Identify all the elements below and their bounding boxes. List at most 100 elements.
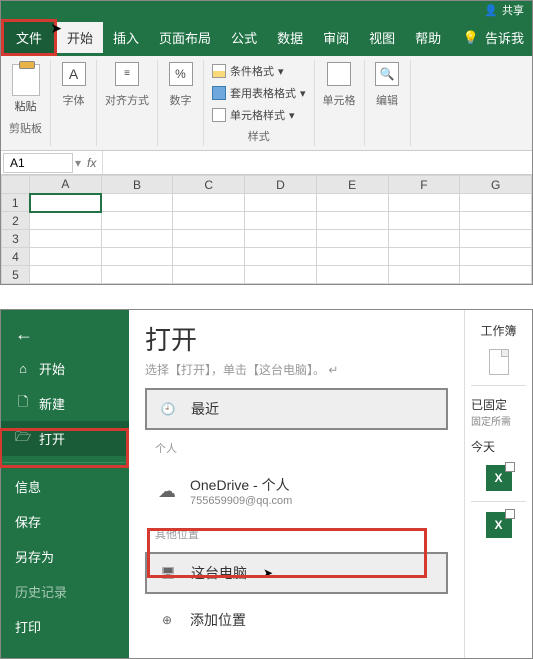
cell[interactable] bbox=[173, 248, 245, 266]
cell[interactable] bbox=[245, 266, 317, 284]
place-thispc[interactable]: 🖥 这台电脑 ➤ bbox=[145, 552, 448, 594]
cell[interactable] bbox=[460, 248, 532, 266]
cell-style-button[interactable]: 单元格样式 ▾ bbox=[212, 106, 295, 124]
xlsx-file-icon[interactable]: X bbox=[486, 465, 512, 491]
cell[interactable] bbox=[460, 230, 532, 248]
tab-formula[interactable]: 公式 bbox=[221, 22, 267, 53]
tab-view[interactable]: 视图 bbox=[359, 22, 405, 53]
tab-tellme[interactable]: 告诉我 bbox=[485, 28, 524, 47]
cell[interactable] bbox=[388, 230, 460, 248]
place-browse[interactable]: 🗁 浏览 bbox=[145, 646, 448, 658]
cell[interactable] bbox=[101, 212, 173, 230]
sidebar-home[interactable]: ⌂开始 bbox=[1, 351, 129, 386]
cell[interactable] bbox=[316, 248, 388, 266]
cell[interactable] bbox=[245, 194, 317, 212]
cell[interactable] bbox=[30, 248, 102, 266]
cell[interactable] bbox=[388, 194, 460, 212]
cell[interactable] bbox=[460, 212, 532, 230]
spreadsheet-grid[interactable]: A B C D E F G 1 2 3 4 5 bbox=[1, 175, 532, 284]
cell[interactable] bbox=[173, 266, 245, 284]
sidebar-history-label: 历史记录 bbox=[15, 582, 67, 601]
tab-layout[interactable]: 页面布局 bbox=[149, 22, 221, 53]
sidebar-print[interactable]: 打印 bbox=[1, 609, 129, 644]
cell[interactable] bbox=[245, 248, 317, 266]
tab-insert[interactable]: 插入 bbox=[103, 22, 149, 53]
back-arrow-button[interactable]: ← bbox=[1, 318, 129, 351]
sidebar-save[interactable]: 保存 bbox=[1, 504, 129, 539]
cell[interactable] bbox=[388, 248, 460, 266]
cell[interactable] bbox=[316, 194, 388, 212]
row-header[interactable]: 1 bbox=[2, 194, 30, 212]
cell[interactable] bbox=[101, 230, 173, 248]
col-header[interactable]: C bbox=[173, 176, 245, 194]
cell[interactable] bbox=[460, 194, 532, 212]
xlsx-file-icon[interactable]: X bbox=[486, 512, 512, 538]
paste-icon[interactable] bbox=[12, 64, 40, 96]
row-header[interactable]: 3 bbox=[2, 230, 30, 248]
fx-icon[interactable]: fx bbox=[81, 156, 102, 170]
cell[interactable] bbox=[101, 194, 173, 212]
sidebar-info[interactable]: 信息 bbox=[1, 469, 129, 504]
sidebar-home-label: 开始 bbox=[39, 359, 65, 378]
cond-format-button[interactable]: 条件格式 ▾ bbox=[212, 62, 284, 80]
tab-file[interactable]: 文件 ➤ bbox=[1, 19, 57, 56]
row-header[interactable]: 4 bbox=[2, 248, 30, 266]
cell[interactable] bbox=[101, 248, 173, 266]
row-header[interactable]: 2 bbox=[2, 212, 30, 230]
sidebar-saveas[interactable]: 另存为 bbox=[1, 539, 129, 574]
cell[interactable] bbox=[316, 266, 388, 284]
new-icon: 🗋 bbox=[15, 396, 31, 412]
cell[interactable] bbox=[316, 212, 388, 230]
col-header[interactable]: D bbox=[245, 176, 317, 194]
cell[interactable] bbox=[173, 212, 245, 230]
col-header[interactable]: E bbox=[316, 176, 388, 194]
backstage-main: 打开 选择【打开】，单击【这台电脑】。 ↵ 🕘 最近 个人 ☁ OneDrive… bbox=[129, 310, 464, 658]
place-recent[interactable]: 🕘 最近 bbox=[145, 388, 448, 430]
document-icon[interactable] bbox=[489, 349, 509, 375]
cell[interactable] bbox=[173, 230, 245, 248]
group-cells[interactable]: 单元格 bbox=[315, 60, 365, 146]
group-align[interactable]: ≡ 对齐方式 bbox=[97, 60, 158, 146]
share-button[interactable]: 共享 bbox=[502, 2, 524, 18]
section-other: 其他位置 bbox=[145, 522, 448, 546]
right-panel: 工作簿 已固定 固定所需 今天 X X bbox=[464, 310, 532, 658]
sidebar-save-label: 保存 bbox=[15, 512, 41, 531]
group-number[interactable]: % 数字 bbox=[158, 60, 204, 146]
tab-file-label: 文件 bbox=[16, 31, 42, 46]
cell[interactable] bbox=[388, 212, 460, 230]
cell[interactable] bbox=[101, 266, 173, 284]
tab-help[interactable]: 帮助 bbox=[405, 22, 451, 53]
col-header[interactable]: F bbox=[388, 176, 460, 194]
cell[interactable] bbox=[30, 212, 102, 230]
group-edit[interactable]: 🔍 编辑 bbox=[365, 60, 411, 146]
cell[interactable] bbox=[173, 194, 245, 212]
sidebar-new[interactable]: 🗋新建 bbox=[1, 386, 129, 421]
paste-label[interactable]: 粘贴 bbox=[15, 98, 37, 114]
align-label: 对齐方式 bbox=[105, 92, 149, 108]
col-header[interactable]: A bbox=[30, 176, 102, 194]
row-header[interactable]: 5 bbox=[2, 266, 30, 284]
cell[interactable] bbox=[316, 230, 388, 248]
cell[interactable] bbox=[388, 266, 460, 284]
cell[interactable] bbox=[245, 230, 317, 248]
cell[interactable] bbox=[30, 230, 102, 248]
formula-input[interactable] bbox=[102, 151, 532, 174]
col-header[interactable]: B bbox=[101, 176, 173, 194]
table-format-button[interactable]: 套用表格格式 ▾ bbox=[212, 84, 306, 102]
tab-home[interactable]: 开始 bbox=[57, 22, 103, 53]
cell[interactable] bbox=[30, 266, 102, 284]
cell[interactable] bbox=[30, 194, 102, 212]
col-header[interactable]: G bbox=[460, 176, 532, 194]
cell[interactable] bbox=[460, 266, 532, 284]
select-all-corner[interactable] bbox=[2, 176, 30, 194]
place-addlocation[interactable]: ⊕ 添加位置 bbox=[145, 600, 448, 640]
sidebar-open[interactable]: 🗁打开 bbox=[1, 421, 129, 456]
tab-review[interactable]: 审阅 bbox=[313, 22, 359, 53]
place-onedrive[interactable]: ☁ OneDrive - 个人 755659909@qq.com bbox=[145, 466, 448, 516]
group-font[interactable]: A 字体 bbox=[51, 60, 97, 146]
share-icon[interactable]: 👤 bbox=[484, 4, 498, 17]
cell[interactable] bbox=[245, 212, 317, 230]
bulb-icon[interactable]: 💡 bbox=[463, 30, 479, 46]
name-box[interactable] bbox=[3, 153, 73, 173]
tab-data[interactable]: 数据 bbox=[267, 22, 313, 53]
